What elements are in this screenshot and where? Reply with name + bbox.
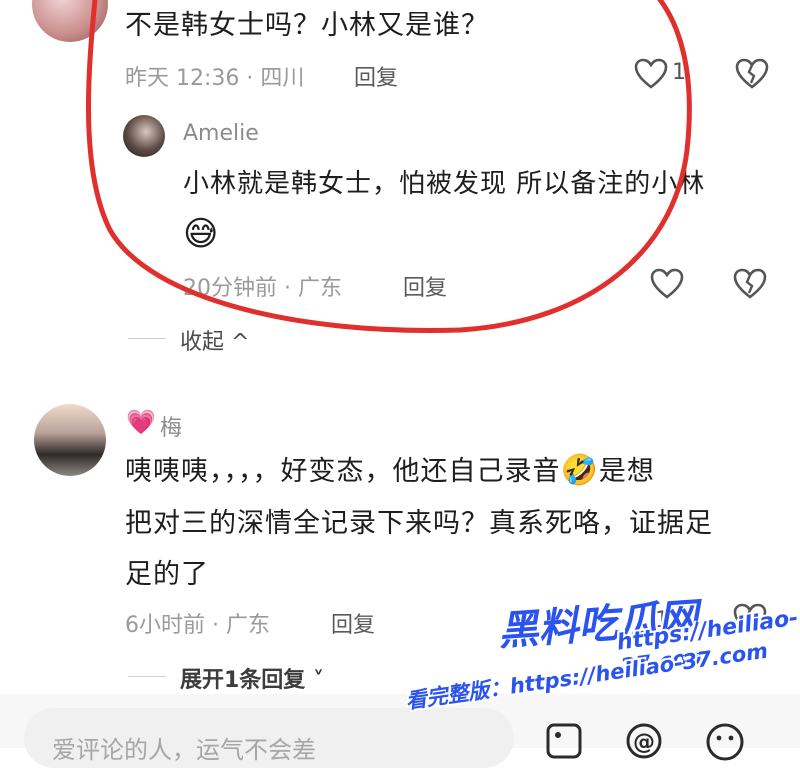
laughing-emoji: 🤣 [560, 453, 599, 488]
emoji-icon[interactable] [705, 722, 745, 762]
comment-text-line-1: 咦咦咦，，，，好变态，他还自己录音🤣是想 [125, 449, 655, 494]
expand-replies-button[interactable]: 展开1条回复 ˅ [180, 662, 324, 694]
expand-divider [128, 676, 166, 677]
comment-text-part: 咦咦咦，，，，好变态，他还自己录音 [125, 456, 561, 487]
comment-text-part: 是想 [598, 456, 655, 487]
comment-timestamp: 6小时前 · 广东 [125, 613, 270, 638]
avatar-mei[interactable] [34, 404, 106, 476]
image-icon[interactable] [545, 722, 583, 760]
comment-text-line-3: 足的了 [125, 559, 209, 590]
reply-button[interactable]: 回复 [331, 607, 375, 639]
mention-icon[interactable]: @ [625, 722, 663, 760]
commenter-username[interactable]: 梅 [160, 410, 182, 442]
svg-text:@: @ [633, 730, 655, 755]
comment-text-line-2: 把对三的深情全记录下来吗？真系死咯，证据足 [125, 508, 713, 539]
heart-badge-icon: 💗 [126, 408, 156, 436]
